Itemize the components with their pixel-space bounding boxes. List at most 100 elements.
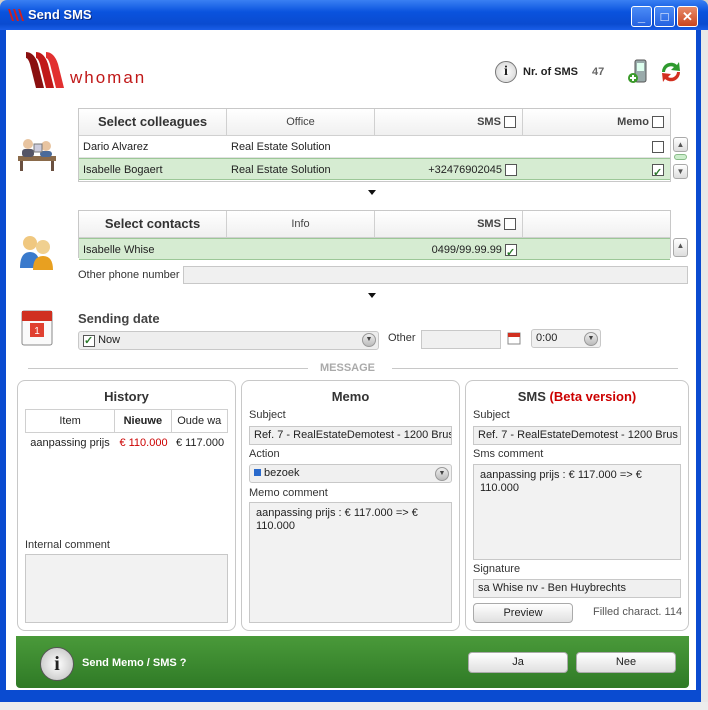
column-header-info[interactable]: Info [227, 211, 375, 237]
whoman-logo: whoman [26, 52, 146, 88]
history-new-value: € 110.000 [119, 437, 168, 449]
colleague-office: Real Estate Solution [231, 141, 331, 153]
window-titlebar[interactable] [0, 0, 708, 30]
memo-subject-input[interactable]: Ref. 7 - RealEstateDemotest - 1200 Brus [249, 426, 452, 445]
internal-comment-textarea[interactable] [25, 554, 228, 623]
colleague-memo-cell [523, 136, 670, 157]
memo-action-select[interactable]: bezoek [249, 464, 452, 483]
action-color-icon [254, 469, 261, 476]
contact-empty-cell [523, 239, 670, 259]
colleague-memo-cell [523, 159, 670, 184]
time-chevron-down-icon[interactable]: ▼ [584, 332, 598, 346]
contacts-icon [20, 236, 53, 270]
divider-line-right [392, 368, 678, 369]
scroll-thumb[interactable] [674, 154, 687, 160]
sms-beta-label: (Beta version) [549, 389, 637, 404]
window-title: Send SMS [28, 7, 92, 22]
column-header-empty [523, 211, 670, 237]
now-checkbox-checked[interactable] [83, 333, 95, 349]
now-value: Now [98, 334, 121, 346]
other-phone-label: Other phone number [78, 269, 180, 281]
signature-label: Signature [473, 563, 521, 575]
contact-sms-cell: 0499/99.99.99 [375, 239, 523, 264]
sms-title-row: SMS (Beta version) [465, 389, 689, 404]
memo-checkbox-checked[interactable] [652, 162, 664, 184]
history-column-item[interactable]: Item [26, 410, 116, 432]
desktop-background [0, 702, 708, 710]
expand-colleagues-icon[interactable] [368, 190, 376, 195]
table-row[interactable]: aanpassing prijs € 110.000 € 117.000 [25, 437, 228, 449]
column-header-select-colleagues[interactable]: Select colleagues [79, 109, 227, 135]
memo-header-label: Memo [617, 116, 649, 128]
colleague-name: Dario Alvarez [83, 141, 149, 153]
signature-input[interactable]: sa Whise nv - Ben Huybrechts [473, 579, 681, 598]
no-button[interactable]: Nee [576, 652, 676, 673]
other-date-input[interactable] [421, 330, 501, 349]
maximize-button[interactable]: □ [654, 6, 675, 27]
sms-subject-input[interactable]: Ref. 7 - RealEstateDemotest - 1200 Brus [473, 426, 681, 445]
whoman-small-logo-icon [8, 9, 24, 21]
other-phone-input[interactable] [183, 266, 688, 284]
sms-checkbox[interactable] [505, 164, 517, 177]
memo-select-all-checkbox[interactable] [652, 116, 664, 129]
column-header-contact-sms[interactable]: SMS [375, 211, 523, 237]
yes-button[interactable]: Ja [468, 652, 568, 673]
table-row[interactable]: Dario Alvarez Real Estate Solution [79, 136, 670, 158]
close-button[interactable]: ✕ [677, 6, 698, 27]
table-row-selected[interactable]: Isabelle Bogaert Real Estate Solution +3… [79, 158, 670, 184]
nr-sms-label: Nr. of SMS [523, 66, 579, 78]
history-column-old[interactable]: Oude wa [172, 410, 227, 432]
colleague-office: Real Estate Solution [231, 164, 331, 176]
memo-action-label: Action [249, 448, 280, 460]
history-table-header: Item Nieuwe Oude wa [25, 409, 228, 433]
contact-info [227, 239, 375, 259]
sms-select-all-checkbox[interactable] [504, 116, 516, 129]
colleagues-icon [18, 139, 56, 171]
add-phone-icon[interactable] [627, 58, 651, 86]
sms-subject-label: Subject [473, 409, 510, 421]
scroll-up-button[interactable]: ▲ [673, 137, 688, 152]
info-icon: i [495, 61, 517, 83]
contacts-scroll-button[interactable]: ▲ [673, 238, 688, 257]
contact-sms-header-label: SMS [477, 218, 501, 230]
filled-characters-label: Filled charact. 114 [593, 606, 683, 618]
sms-comment-textarea[interactable]: aanpassing prijs : € 117.000 => € 110.00… [473, 464, 681, 560]
colleague-sms-cell [375, 136, 523, 157]
expand-contacts-icon[interactable] [368, 293, 376, 298]
date-picker-icon[interactable] [507, 331, 521, 345]
contact-sms-select-all-checkbox[interactable] [504, 218, 516, 231]
sms-comment-label: Sms comment [473, 448, 544, 460]
nr-sms-value: 47 [592, 66, 605, 78]
sms-header-label: SMS [477, 116, 501, 128]
sms-title: SMS [517, 389, 546, 404]
time-value: 0:00 [536, 332, 558, 344]
memo-comment-textarea[interactable]: aanpassing prijs : € 117.000 => € 110.00… [249, 502, 452, 623]
contacts-table: Select contacts Info SMS Isabelle Whise … [78, 210, 671, 264]
refresh-icon[interactable] [657, 58, 685, 86]
memo-title: Memo [331, 389, 370, 404]
action-chevron-down-icon[interactable]: ▼ [435, 467, 449, 481]
memo-comment-label: Memo comment [249, 487, 328, 499]
divider-line-left [28, 368, 308, 369]
sending-now-select[interactable]: Now [78, 331, 379, 350]
history-column-new[interactable]: Nieuwe [115, 410, 172, 432]
scroll-down-button[interactable]: ▼ [673, 164, 688, 179]
history-old-value: € 117.000 [175, 437, 225, 449]
history-title: History [104, 389, 149, 404]
info-icon: i [40, 647, 74, 681]
svg-text:1: 1 [34, 326, 40, 337]
memo-checkbox[interactable] [652, 141, 664, 154]
calendar-icon: 1 [21, 310, 53, 346]
column-header-sms[interactable]: SMS [375, 109, 523, 135]
preview-button[interactable]: Preview [473, 603, 573, 623]
column-header-memo[interactable]: Memo [523, 109, 670, 135]
background-window-edge [701, 30, 708, 710]
minimize-button[interactable]: _ [631, 6, 652, 27]
table-row-selected[interactable]: Isabelle Whise 0499/99.99.99 [79, 238, 670, 264]
chevron-down-icon[interactable]: ▼ [362, 333, 376, 347]
svg-text:whoman: whoman [69, 68, 146, 87]
contact-sms-checkbox-checked[interactable] [505, 242, 517, 264]
window-frame-bottom [0, 690, 701, 702]
column-header-office[interactable]: Office [227, 109, 375, 135]
column-header-select-contacts[interactable]: Select contacts [79, 211, 227, 237]
